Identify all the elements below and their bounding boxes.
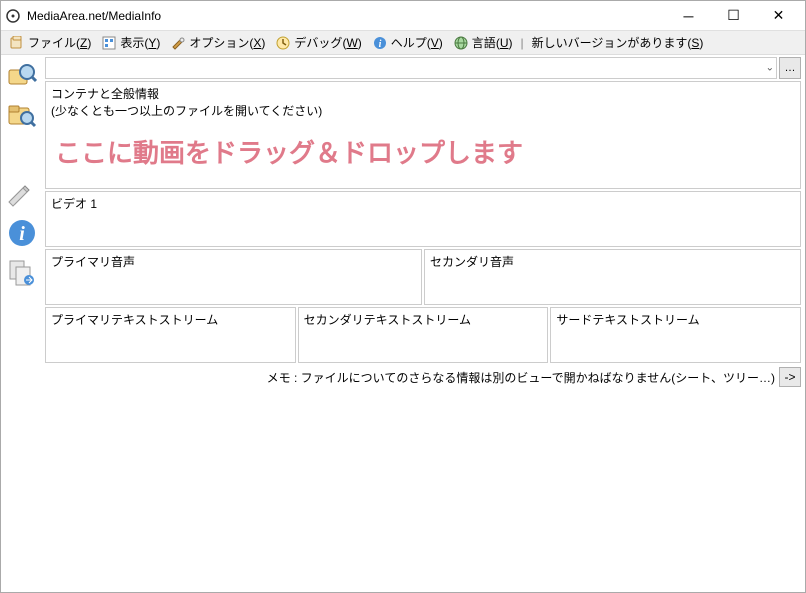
- panel-audio-secondary[interactable]: セカンダリ音声: [424, 249, 801, 305]
- window-title: MediaArea.net/MediaInfo: [27, 9, 666, 23]
- sidebar-about[interactable]: i: [6, 217, 38, 249]
- path-row: ⌄ …: [45, 57, 801, 79]
- main-panel: ⌄ … コンテナと全般情報 (少なくとも一つ以上のファイルを開いてください) こ…: [43, 55, 805, 592]
- note-row: メモ : ファイルについてのさらなる情報は別のビューで開かねばなりません(シート…: [45, 367, 801, 387]
- options-icon: [170, 35, 186, 51]
- menu-debug[interactable]: デバッグ(W): [271, 32, 365, 53]
- menu-update[interactable]: 新しいバージョンがあります(S): [528, 32, 708, 53]
- chevron-down-icon: ⌄: [766, 63, 774, 74]
- panel-text-third[interactable]: サードテキストストリーム: [550, 307, 801, 363]
- menu-bar: ファイル(Z) 表示(Y) オプション(X) デバッグ(W) i ヘルプ(V) …: [1, 31, 805, 55]
- minimize-button[interactable]: ─: [666, 2, 711, 30]
- sidebar-export[interactable]: [6, 257, 38, 289]
- sidebar-open-folder[interactable]: [6, 99, 38, 131]
- close-button[interactable]: ✕: [756, 2, 801, 30]
- panel-audio-primary[interactable]: プライマリ音声: [45, 249, 422, 305]
- panels: コンテナと全般情報 (少なくとも一つ以上のファイルを開いてください) ここに動画…: [45, 81, 801, 363]
- panel-audio-secondary-title: セカンダリ音声: [430, 253, 795, 270]
- panel-container[interactable]: コンテナと全般情報 (少なくとも一つ以上のファイルを開いてください) ここに動画…: [45, 81, 801, 189]
- panel-container-title: コンテナと全般情報: [51, 85, 795, 102]
- window-buttons: ─ ☐ ✕: [666, 2, 801, 30]
- title-bar: MediaArea.net/MediaInfo ─ ☐ ✕: [1, 1, 805, 31]
- panel-text-secondary-title: セカンダリテキストストリーム: [304, 311, 543, 328]
- menu-separator: |: [518, 36, 525, 50]
- maximize-button[interactable]: ☐: [711, 2, 756, 30]
- menu-language[interactable]: 言語(U): [449, 32, 517, 53]
- panel-video-title: ビデオ 1: [51, 195, 795, 212]
- browse-button[interactable]: …: [779, 57, 801, 79]
- view-icon: [101, 35, 117, 51]
- content-area: i ⌄ … コンテナと全般情報 (少なくとも一つ以上のファイルを開いてください)…: [1, 55, 805, 592]
- app-icon: [5, 8, 21, 24]
- panel-text-primary-title: プライマリテキストストリーム: [51, 311, 290, 328]
- panel-container-sub: (少なくとも一つ以上のファイルを開いてください): [51, 102, 795, 119]
- panel-text-primary[interactable]: プライマリテキストストリーム: [45, 307, 296, 363]
- svg-text:i: i: [19, 223, 25, 245]
- panel-text-third-title: サードテキストストリーム: [556, 311, 795, 328]
- globe-icon: [453, 35, 469, 51]
- sidebar-open-file[interactable]: [6, 59, 38, 91]
- note-text: メモ : ファイルについてのさらなる情報は別のビューで開かねばなりません(シート…: [267, 369, 775, 386]
- panel-audio-primary-title: プライマリ音声: [51, 253, 416, 270]
- note-go-button[interactable]: ->: [779, 367, 801, 387]
- file-icon: [9, 35, 25, 51]
- help-icon: i: [372, 35, 388, 51]
- sidebar: i: [1, 55, 43, 592]
- menu-file[interactable]: ファイル(Z): [5, 32, 95, 53]
- menu-help[interactable]: i ヘルプ(V): [368, 32, 447, 53]
- menu-view[interactable]: 表示(Y): [97, 32, 164, 53]
- panel-video[interactable]: ビデオ 1: [45, 191, 801, 247]
- svg-text:i: i: [378, 39, 381, 50]
- debug-icon: [275, 35, 291, 51]
- menu-options[interactable]: オプション(X): [166, 32, 269, 53]
- drop-hint: ここに動画をドラッグ＆ドロップします: [51, 119, 795, 188]
- panel-text-secondary[interactable]: セカンダリテキストストリーム: [298, 307, 549, 363]
- sidebar-options[interactable]: [6, 177, 38, 209]
- path-combo[interactable]: ⌄: [45, 57, 777, 79]
